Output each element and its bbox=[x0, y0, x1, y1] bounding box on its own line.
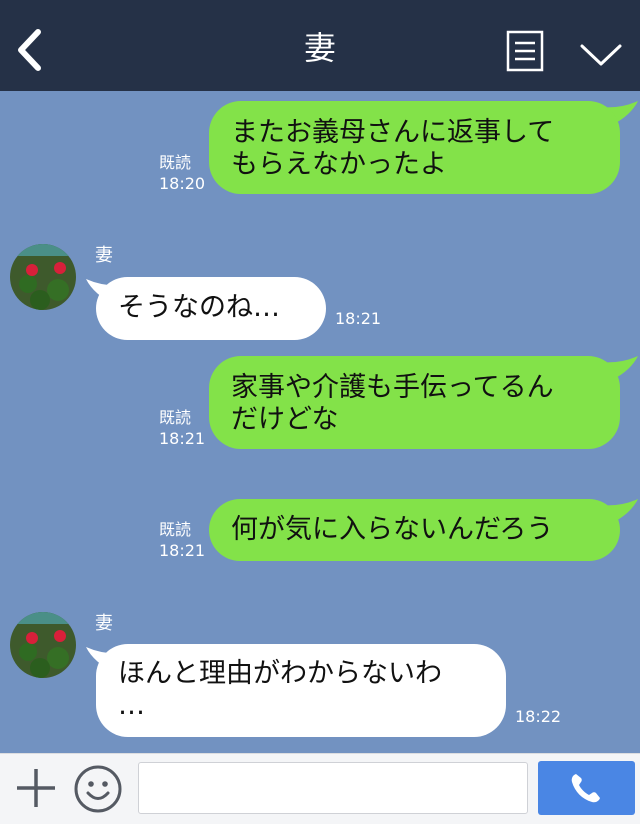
message-text: 家事や介護も手伝ってるん だけどな bbox=[231, 372, 554, 435]
avatar[interactable] bbox=[10, 612, 76, 678]
message-input[interactable] bbox=[138, 762, 528, 814]
message-text: 何が気に入らないんだろう bbox=[231, 514, 554, 545]
sender-name: 妻 bbox=[95, 245, 113, 266]
read-receipt: 既読 18:20 bbox=[159, 153, 206, 193]
sender-name: 妻 bbox=[95, 613, 113, 634]
message-bubble-sent[interactable]: またお義母さんに返事して もらえなかったよ bbox=[209, 101, 620, 194]
read-receipt: 既読 18:21 bbox=[159, 520, 206, 560]
message-text: ほんと理由がわからないわ … bbox=[118, 658, 442, 721]
message-bubble-received[interactable]: そうなのね… bbox=[96, 277, 326, 340]
call-button[interactable] bbox=[538, 761, 635, 815]
message-time: 18:22 bbox=[515, 707, 562, 726]
message-text: そうなのね… bbox=[118, 292, 280, 323]
message-bubble-sent[interactable]: 家事や介護も手伝ってるん だけどな bbox=[209, 356, 620, 449]
message-text: またお義母さんに返事して もらえなかったよ bbox=[231, 117, 555, 180]
message-bubble-received[interactable]: ほんと理由がわからないわ … bbox=[96, 644, 506, 737]
phone-icon bbox=[571, 774, 600, 803]
chevron-down-icon[interactable] bbox=[578, 36, 624, 72]
chat-area[interactable]: 既読 18:20 またお義母さんに返事して もらえなかったよ 妻 そうなのね… 1… bbox=[0, 91, 640, 753]
chat-header: 妻 bbox=[0, 0, 640, 91]
smiley-icon[interactable] bbox=[73, 764, 123, 814]
input-bar bbox=[0, 753, 640, 824]
note-icon[interactable] bbox=[505, 30, 545, 74]
message-bubble-sent[interactable]: 何が気に入らないんだろう bbox=[209, 499, 620, 561]
avatar[interactable] bbox=[10, 244, 76, 310]
message-time: 18:21 bbox=[335, 309, 382, 328]
plus-icon[interactable] bbox=[14, 766, 58, 810]
read-receipt: 既読 18:21 bbox=[159, 408, 206, 448]
